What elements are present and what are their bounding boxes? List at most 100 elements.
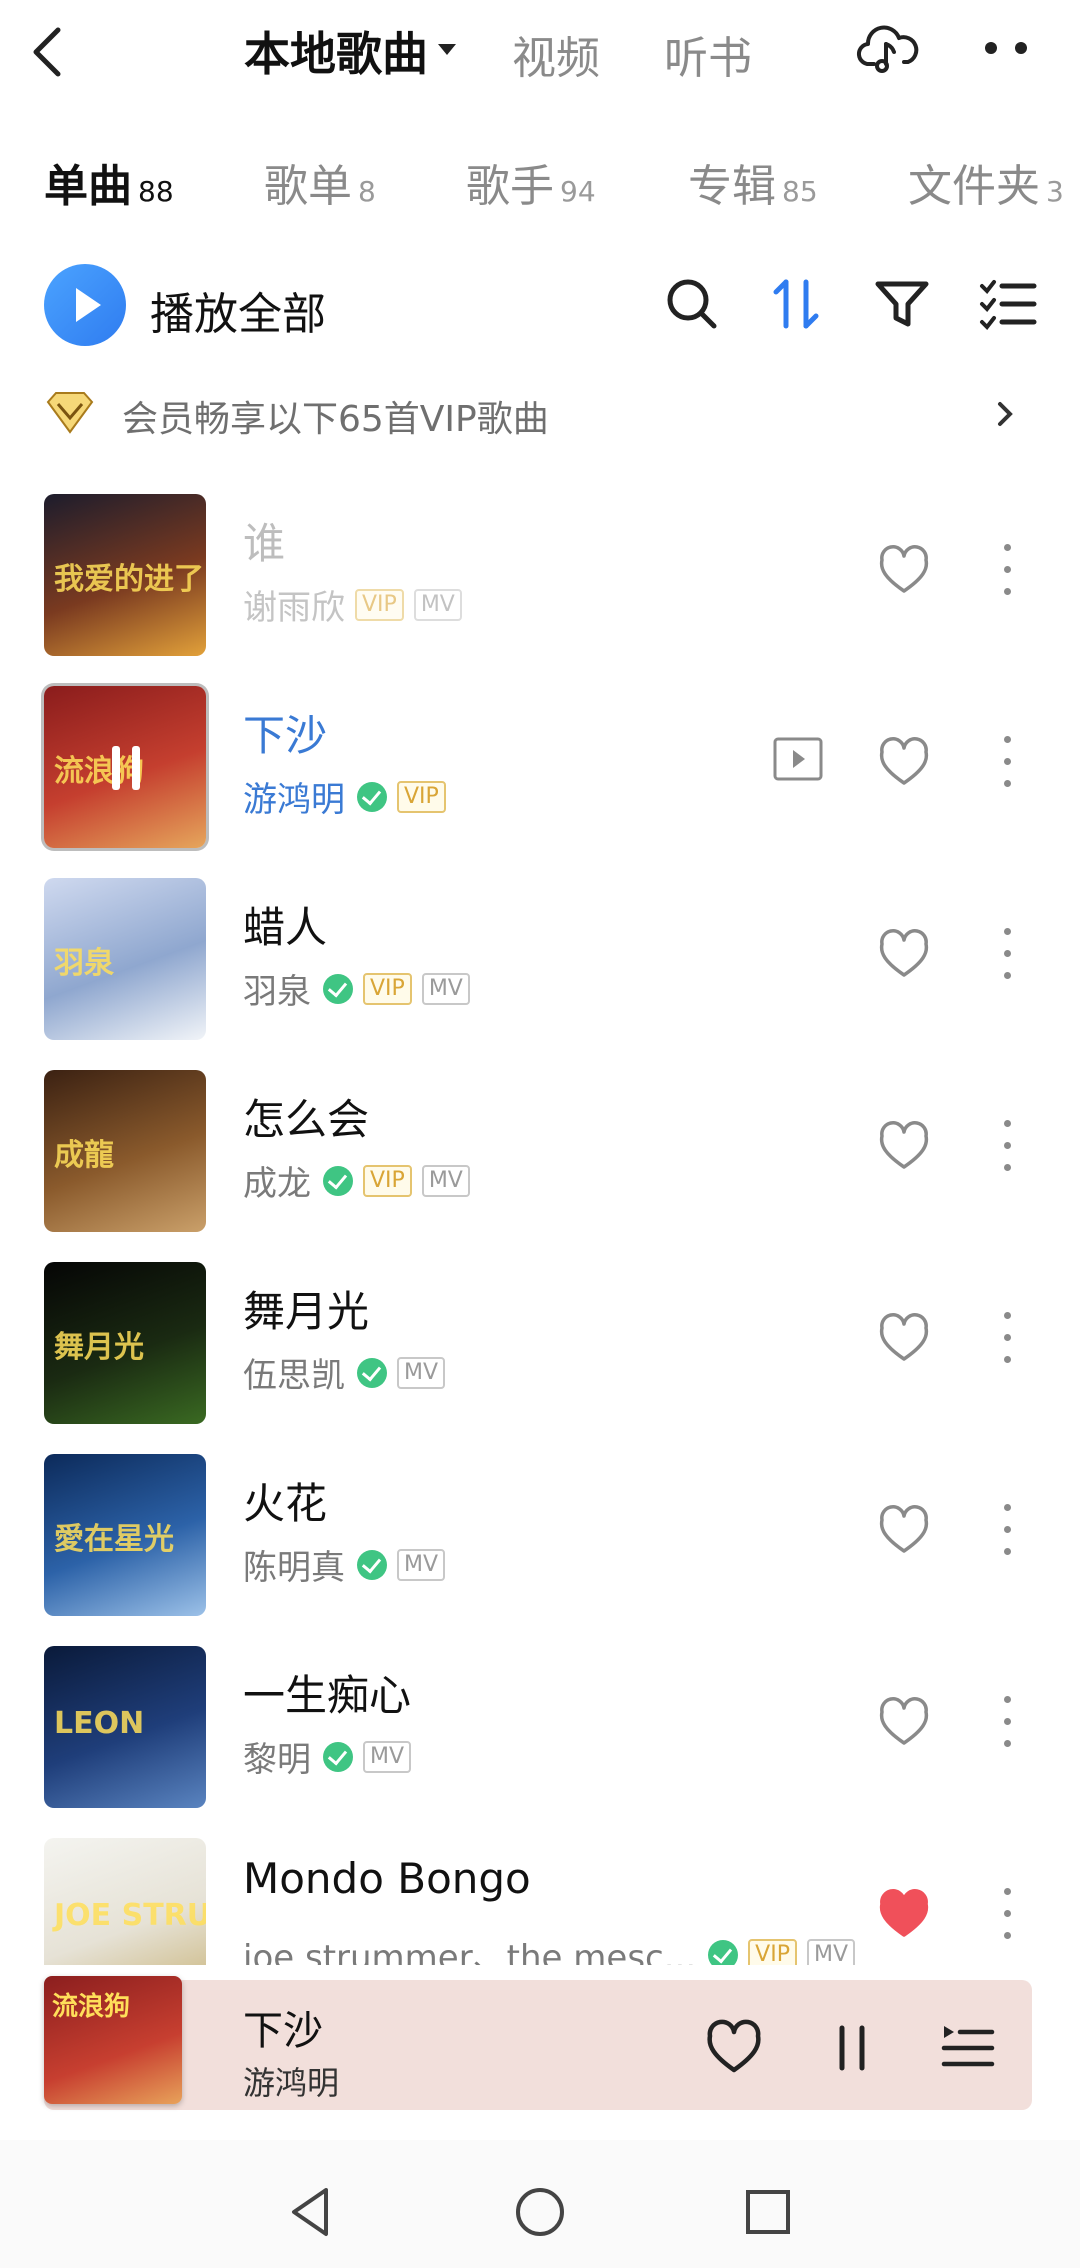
more-vertical-icon[interactable] — [995, 732, 1019, 792]
vip-badge: VIP — [363, 1164, 412, 1197]
sort-icon[interactable] — [764, 272, 828, 336]
pause-icon[interactable] — [822, 2018, 882, 2078]
cloud-music-icon[interactable] — [856, 20, 920, 84]
mini-player-cover[interactable]: 流浪狗 — [44, 1976, 182, 2104]
mv-badge: MV — [421, 1164, 470, 1197]
heart-icon[interactable] — [876, 1504, 932, 1556]
now-playing-pause-icon[interactable] — [106, 746, 146, 790]
song-row[interactable]: 舞月光 舞月光 伍思凯 MV — [0, 1258, 1080, 1450]
nav-recents-icon[interactable] — [738, 2182, 798, 2242]
page-title[interactable]: 本地歌曲 — [244, 18, 428, 84]
play-all-label[interactable]: 播放全部 — [150, 278, 326, 342]
mv-badge: MV — [397, 1356, 446, 1389]
song-title: 谁 — [243, 519, 286, 568]
heart-icon[interactable] — [876, 1312, 932, 1364]
heart-icon[interactable] — [876, 928, 932, 980]
tab-albums[interactable]: 专辑 85 — [688, 150, 818, 214]
playlist-icon[interactable] — [938, 2018, 998, 2078]
more-vertical-icon[interactable] — [995, 1692, 1019, 1752]
song-meta: 游鸿明 VIP — [243, 772, 446, 820]
song-title: Mondo Bongo — [243, 1854, 531, 1903]
song-meta: 陈明真 MV — [243, 1540, 446, 1588]
album-cover[interactable]: 我爱的进了 — [44, 494, 206, 656]
song-row[interactable]: 我爱的进了 谁谢雨欣 VIP MV — [0, 490, 1080, 682]
nav-back-icon[interactable] — [282, 2182, 342, 2242]
vip-badge: VIP — [748, 1938, 797, 1965]
tab-label: 歌手 — [466, 161, 554, 212]
song-meta: 谢雨欣 VIP MV — [243, 580, 462, 628]
album-cover[interactable]: 成龍 — [44, 1070, 206, 1232]
tab-video[interactable]: 视频 — [512, 22, 600, 86]
song-meta: joe strummer、the mesc... VIP MV — [243, 1930, 855, 1965]
tab-label: 单曲 — [44, 161, 132, 212]
song-meta: 伍思凯 MV — [243, 1348, 446, 1396]
more-vertical-icon[interactable] — [995, 924, 1019, 984]
chevron-down-icon[interactable] — [438, 44, 456, 55]
tab-playlists[interactable]: 歌单 8 — [264, 150, 376, 214]
album-cover[interactable]: 流浪狗 — [44, 686, 206, 848]
vip-banner-text[interactable]: 会员畅享以下65首VIP歌曲 — [122, 390, 549, 442]
more-options-icon[interactable] — [985, 42, 1035, 56]
heart-icon[interactable] — [876, 544, 932, 596]
chevron-right-icon[interactable] — [990, 396, 1020, 432]
mv-badge: MV — [397, 1548, 446, 1581]
verified-check-icon — [323, 1741, 353, 1772]
vip-diamond-icon — [46, 392, 94, 434]
tab-songs[interactable]: 单曲 88 — [44, 150, 174, 214]
video-play-icon[interactable] — [772, 736, 824, 782]
verified-check-icon — [323, 973, 353, 1004]
album-cover-label: 舞月光 — [54, 1330, 144, 1365]
song-row[interactable]: JOE STRUMMER Mondo Bongo joe strummer、the … — [0, 1834, 1080, 1965]
tab-artists[interactable]: 歌手 94 — [466, 150, 596, 214]
song-title: 下沙 — [243, 711, 328, 760]
song-meta: 羽泉 VIP MV — [243, 964, 470, 1012]
song-title: 蜡人 — [243, 903, 328, 952]
mini-player-title[interactable]: 下沙 — [243, 1998, 323, 2056]
mini-cover-label: 流浪狗 — [52, 1992, 131, 2022]
album-cover[interactable]: LEON — [44, 1646, 206, 1808]
album-cover-label: LEON — [54, 1706, 145, 1741]
play-all-button[interactable] — [44, 264, 126, 346]
heart-icon[interactable] — [704, 2018, 764, 2078]
filter-icon[interactable] — [870, 272, 934, 336]
album-cover[interactable]: 羽泉 — [44, 878, 206, 1040]
song-row[interactable]: LEON 一生痴心 黎明 MV — [0, 1642, 1080, 1834]
song-artist: 伍思凯 — [243, 1356, 345, 1396]
more-vertical-icon[interactable] — [995, 1884, 1019, 1944]
nav-home-icon[interactable] — [510, 2182, 570, 2242]
mini-player[interactable] — [44, 1980, 1032, 2110]
song-row[interactable]: 愛在星光 火花陈明真 MV — [0, 1450, 1080, 1642]
tab-audiobook[interactable]: 听书 — [664, 22, 752, 86]
multi-select-icon[interactable] — [976, 272, 1040, 336]
tab-folders[interactable]: 文件夹 3 — [908, 150, 1064, 214]
song-row[interactable]: 流浪狗 下沙游鸿明 VIP — [0, 682, 1080, 874]
top-bar: 本地歌曲 视频 听书 — [0, 0, 1080, 110]
search-icon[interactable] — [660, 272, 724, 336]
tab-count: 88 — [138, 175, 174, 208]
heart-icon[interactable] — [876, 1696, 932, 1748]
heart-icon[interactable] — [876, 1120, 932, 1172]
song-list: 我爱的进了 谁谢雨欣 VIP MV 流浪狗 下沙 游鸿明 VIP 羽泉 蜡人 羽泉 VIP MV 成龍 怎么… — [0, 490, 1080, 1965]
back-arrow-icon[interactable] — [24, 22, 74, 82]
more-vertical-icon[interactable] — [995, 1116, 1019, 1176]
more-vertical-icon[interactable] — [995, 1500, 1019, 1560]
album-cover-label: 成龍 — [54, 1138, 114, 1173]
tab-count: 94 — [560, 175, 596, 208]
mini-player-artist[interactable]: 游鸿明 — [243, 2058, 339, 2104]
song-title: 火花 — [243, 1479, 328, 1528]
song-row[interactable]: 成龍 怎么会 成龙 VIP MV — [0, 1066, 1080, 1258]
album-cover[interactable]: 愛在星光 — [44, 1454, 206, 1616]
album-cover[interactable]: JOE STRUMMER — [44, 1838, 206, 1965]
mv-badge: MV — [413, 588, 462, 621]
category-tabs: 单曲 88 歌单 8 歌手 94 专辑 85 文件夹 3 — [0, 140, 1080, 220]
vip-badge: VIP — [397, 780, 446, 813]
heart-filled-icon[interactable] — [876, 1888, 932, 1940]
album-cover[interactable]: 舞月光 — [44, 1262, 206, 1424]
song-row[interactable]: 羽泉 蜡人羽泉 VIP MV — [0, 874, 1080, 1066]
tab-label: 歌单 — [264, 161, 352, 212]
more-vertical-icon[interactable] — [995, 540, 1019, 600]
song-title: 一生痴心 — [243, 1671, 412, 1720]
more-vertical-icon[interactable] — [995, 1308, 1019, 1368]
vip-badge: VIP — [355, 588, 404, 621]
heart-icon[interactable] — [876, 736, 932, 788]
